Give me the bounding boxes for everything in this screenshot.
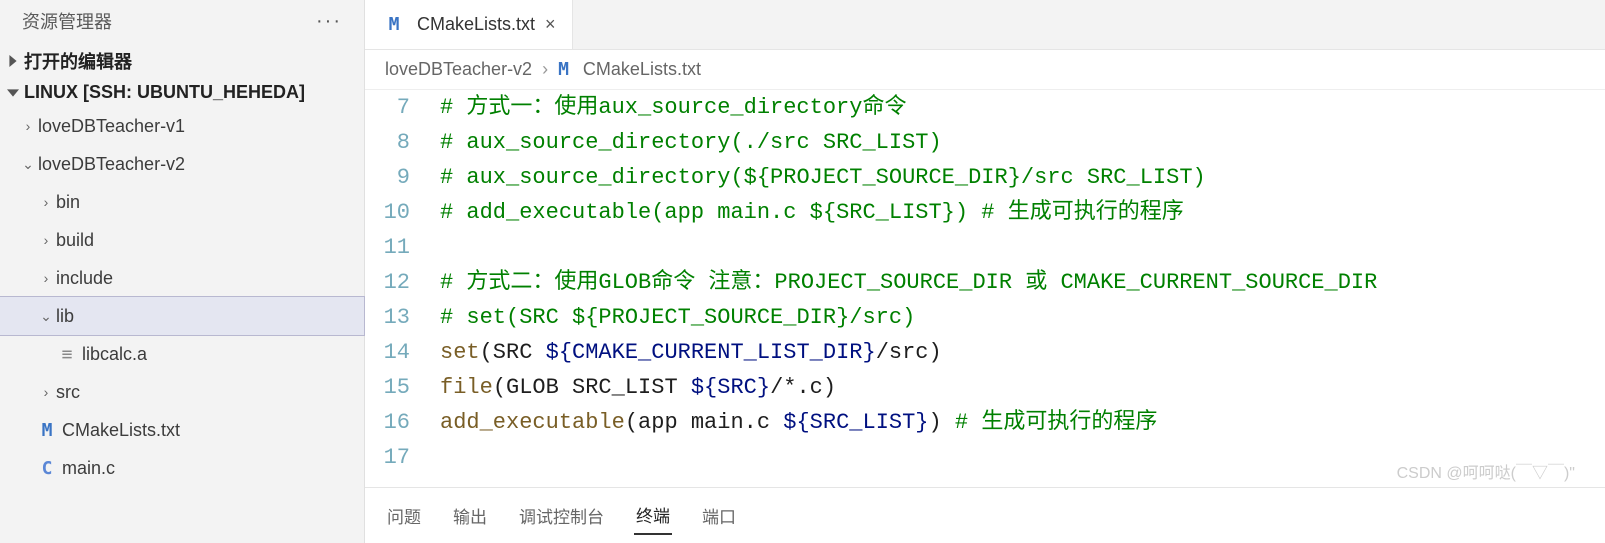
c-file-icon: C [36, 458, 58, 479]
breadcrumb-root[interactable]: loveDBTeacher-v2 [385, 59, 532, 80]
code-editor[interactable]: 7# 方式一：使用aux_source_directory命令8# aux_so… [365, 90, 1605, 487]
sidebar-header: 资源管理器 ··· [0, 0, 364, 44]
tree-file-mainc[interactable]: C main.c [0, 449, 364, 487]
bottom-panel: 问题 输出 调试控制台 终端 端口 [365, 487, 1605, 543]
line-number: 11 [365, 230, 440, 265]
line-number: 8 [365, 125, 440, 160]
line-number: 17 [365, 440, 440, 475]
tree-folder-v1[interactable]: › loveDBTeacher-v1 [0, 107, 364, 145]
line-number: 16 [365, 405, 440, 440]
line-content[interactable]: # set(SRC ${PROJECT_SOURCE_DIR}/src) [440, 300, 1605, 335]
chevron-right-icon: › [36, 232, 56, 248]
tree-folder-v2[interactable]: ⌄ loveDBTeacher-v2 [0, 145, 364, 183]
main-area: M CMakeLists.txt × loveDBTeacher-v2 › M … [365, 0, 1605, 543]
chevron-right-icon: › [36, 384, 56, 400]
tree-folder-build[interactable]: › build [0, 221, 364, 259]
chevron-down-icon: ⌄ [36, 308, 56, 325]
chevron-right-icon: › [18, 118, 38, 134]
line-number: 7 [365, 90, 440, 125]
line-content[interactable]: # aux_source_directory(./src SRC_LIST) [440, 125, 1605, 160]
chevron-right-icon: › [36, 194, 56, 210]
panel-tab-debug[interactable]: 调试控制台 [517, 497, 606, 534]
breadcrumb[interactable]: loveDBTeacher-v2 › M CMakeLists.txt [365, 50, 1605, 90]
open-editors-label: 打开的编辑器 [24, 48, 132, 74]
tree-folder-src[interactable]: › src [0, 373, 364, 411]
open-editors-section[interactable]: 打开的编辑器 [0, 44, 364, 78]
code-line[interactable]: 13# set(SRC ${PROJECT_SOURCE_DIR}/src) [365, 300, 1605, 335]
line-number: 10 [365, 195, 440, 230]
file-tree: › loveDBTeacher-v1 ⌄ loveDBTeacher-v2 › … [0, 107, 364, 487]
workspace-label: LINUX [SSH: UBUNTU_HEHEDA] [24, 82, 305, 103]
workspace-section[interactable]: LINUX [SSH: UBUNTU_HEHEDA] [0, 78, 364, 107]
code-line[interactable]: 15file(GLOB SRC_LIST ${SRC}/*.c) [365, 370, 1605, 405]
tree-folder-bin[interactable]: › bin [0, 183, 364, 221]
cmake-icon: M [383, 14, 405, 35]
tree-file-libcalc[interactable]: ≡ libcalc.a [0, 335, 364, 373]
code-line[interactable]: 17 [365, 440, 1605, 475]
tree-folder-lib[interactable]: ⌄ lib [0, 297, 364, 335]
code-line[interactable]: 8# aux_source_directory(./src SRC_LIST) [365, 125, 1605, 160]
file-icon: ≡ [56, 344, 78, 365]
panel-tab-output[interactable]: 输出 [451, 497, 489, 534]
chevron-right-icon: › [36, 270, 56, 286]
chevron-down-icon [4, 87, 22, 99]
line-content[interactable] [440, 230, 1605, 265]
breadcrumb-file[interactable]: CMakeLists.txt [583, 59, 701, 80]
sidebar: 资源管理器 ··· 打开的编辑器 LINUX [SSH: UBUNTU_HEHE… [0, 0, 365, 543]
line-content[interactable]: # 方式二：使用GLOB命令 注意：PROJECT_SOURCE_DIR 或 C… [440, 265, 1605, 300]
code-line[interactable]: 16add_executable(app main.c ${SRC_LIST})… [365, 405, 1605, 440]
code-line[interactable]: 14set(SRC ${CMAKE_CURRENT_LIST_DIR}/src) [365, 335, 1605, 370]
line-content[interactable]: # add_executable(app main.c ${SRC_LIST})… [440, 195, 1605, 230]
tab-bar: M CMakeLists.txt × [365, 0, 1605, 50]
line-content[interactable]: add_executable(app main.c ${SRC_LIST}) #… [440, 405, 1605, 440]
chevron-right-icon: › [542, 59, 548, 80]
code-line[interactable]: 9# aux_source_directory(${PROJECT_SOURCE… [365, 160, 1605, 195]
panel-tab-ports[interactable]: 端口 [700, 497, 738, 534]
close-icon[interactable]: × [543, 14, 558, 35]
code-line[interactable]: 10# add_executable(app main.c ${SRC_LIST… [365, 195, 1605, 230]
tab-cmakelists[interactable]: M CMakeLists.txt × [365, 0, 573, 49]
line-number: 12 [365, 265, 440, 300]
code-line[interactable]: 12# 方式二：使用GLOB命令 注意：PROJECT_SOURCE_DIR 或… [365, 265, 1605, 300]
tree-folder-include[interactable]: › include [0, 259, 364, 297]
line-content[interactable]: file(GLOB SRC_LIST ${SRC}/*.c) [440, 370, 1605, 405]
chevron-right-icon [4, 55, 22, 67]
line-content[interactable] [440, 440, 1605, 475]
cmake-icon: M [36, 420, 58, 441]
line-number: 9 [365, 160, 440, 195]
line-number: 14 [365, 335, 440, 370]
more-icon[interactable]: ··· [316, 10, 348, 33]
line-content[interactable]: set(SRC ${CMAKE_CURRENT_LIST_DIR}/src) [440, 335, 1605, 370]
panel-tab-problems[interactable]: 问题 [385, 497, 423, 534]
line-content[interactable]: # aux_source_directory(${PROJECT_SOURCE_… [440, 160, 1605, 195]
panel-tab-terminal[interactable]: 终端 [634, 496, 672, 535]
tree-file-cmake[interactable]: M CMakeLists.txt [0, 411, 364, 449]
cmake-icon: M [558, 59, 569, 80]
tab-label: CMakeLists.txt [417, 14, 535, 35]
code-line[interactable]: 7# 方式一：使用aux_source_directory命令 [365, 90, 1605, 125]
explorer-title: 资源管理器 [22, 8, 112, 34]
code-line[interactable]: 11 [365, 230, 1605, 265]
line-number: 15 [365, 370, 440, 405]
chevron-down-icon: ⌄ [18, 156, 38, 173]
line-number: 13 [365, 300, 440, 335]
line-content[interactable]: # 方式一：使用aux_source_directory命令 [440, 90, 1605, 125]
